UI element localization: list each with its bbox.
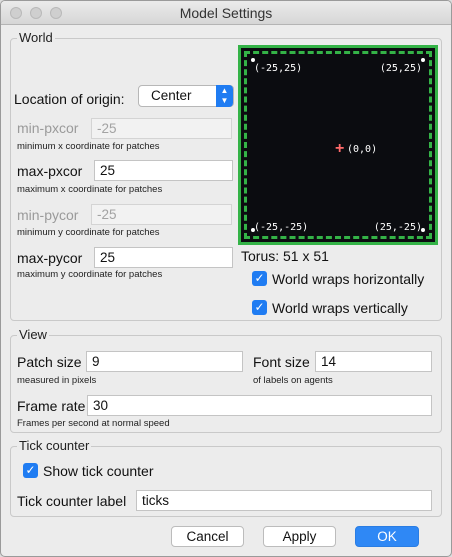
tick-counter-label-field[interactable]: ticks <box>136 490 432 511</box>
font-size-field[interactable]: 14 <box>315 351 432 372</box>
max-pxcor-field[interactable]: 25 <box>94 160 233 181</box>
patch-size-hint: measured in pixels <box>17 375 97 386</box>
max-pycor-field[interactable]: 25 <box>94 247 233 268</box>
wrap-vertical-label[interactable]: World wraps vertically <box>272 299 408 317</box>
world-legend: World <box>17 30 55 46</box>
corner-label-bottom-left: (-25,-25) <box>254 222 309 233</box>
max-pycor-label: max-pycor <box>17 250 83 266</box>
min-pxcor-label: min-pxcor <box>17 120 79 136</box>
cancel-button[interactable]: Cancel <box>171 526 244 547</box>
show-tick-counter-checkbox[interactable]: ✓ <box>23 463 38 478</box>
ok-button[interactable]: OK <box>355 526 419 547</box>
max-pxcor-hint: maximum x coordinate for patches <box>17 184 163 195</box>
corner-dot <box>251 58 255 62</box>
frame-rate-hint: Frames per second at normal speed <box>17 418 170 429</box>
origin-label: Location of origin: <box>14 91 125 107</box>
corner-dot <box>421 58 425 62</box>
tick-counter-legend: Tick counter <box>17 438 92 454</box>
model-settings-window: Model Settings World Location of origin:… <box>0 0 452 557</box>
min-pxcor-hint: minimum x coordinate for patches <box>17 141 160 152</box>
max-pxcor-label: max-pxcor <box>17 163 83 179</box>
font-size-hint: of labels on agents <box>253 375 333 386</box>
origin-marker-icon: + <box>335 140 345 157</box>
corner-label-top-left: (-25,25) <box>254 63 303 74</box>
origin-select-value: Center <box>151 88 192 103</box>
torus-size: Torus: 51 x 51 <box>241 248 329 264</box>
wrap-horizontal-checkbox[interactable]: ✓ <box>252 271 267 286</box>
min-pycor-hint: minimum y coordinate for patches <box>17 227 160 238</box>
max-pycor-hint: maximum y coordinate for patches <box>17 269 163 280</box>
frame-rate-label: Frame rate <box>17 398 86 414</box>
window-title: Model Settings <box>179 5 273 21</box>
world-preview: (-25,25) (25,25) (-25,-25) (25,-25) + (0… <box>238 45 438 245</box>
view-legend: View <box>17 327 49 343</box>
show-tick-counter-label[interactable]: Show tick counter <box>43 462 154 480</box>
chevron-up-down-icon: ▲ ▼ <box>216 85 233 107</box>
min-pycor-field[interactable]: -25 <box>91 204 232 225</box>
title-bar: Model Settings <box>1 1 451 25</box>
min-pxcor-field[interactable]: -25 <box>91 118 232 139</box>
patch-size-label: Patch size <box>17 354 82 370</box>
corner-label-top-right: (25,25) <box>379 63 422 74</box>
frame-rate-field[interactable]: 30 <box>87 395 432 416</box>
min-pycor-label: min-pycor <box>17 207 79 223</box>
origin-label: (0,0) <box>347 144 378 155</box>
tick-counter-label-label: Tick counter label <box>17 493 127 509</box>
font-size-label: Font size <box>253 354 310 370</box>
patch-size-field[interactable]: 9 <box>86 351 243 372</box>
apply-button[interactable]: Apply <box>263 526 336 547</box>
wrap-horizontal-label[interactable]: World wraps horizontally <box>272 270 424 288</box>
corner-label-bottom-right: (25,-25) <box>373 222 422 233</box>
wrap-vertical-checkbox[interactable]: ✓ <box>252 300 267 315</box>
origin-select[interactable]: Center ▲ ▼ <box>138 85 234 107</box>
